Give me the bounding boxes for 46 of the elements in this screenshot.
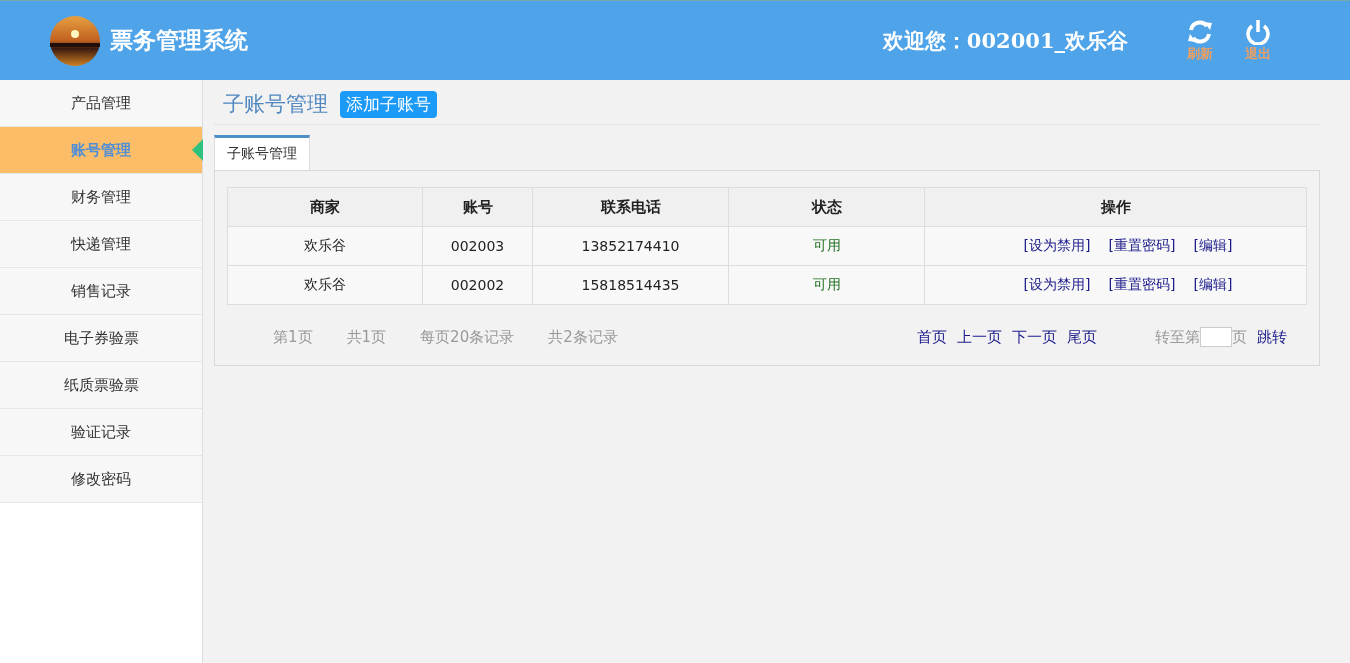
page-title: 子账号管理 [223,91,328,118]
sunset-logo-icon [50,15,100,66]
table-cell: 002002 [422,265,533,305]
table-cell: 13852174410 [532,226,729,266]
welcome-text: 欢迎您：002001_欢乐谷 [882,26,1128,55]
jump-link[interactable]: 跳转 [1257,327,1287,347]
sidebar-item[interactable]: 销售记录 [0,268,202,315]
row-action-link[interactable]: [编辑] [1193,276,1233,294]
sidebar-item[interactable]: 纸质票验票 [0,362,202,409]
table-cell: 15818514435 [532,265,729,305]
refresh-icon [1186,18,1214,45]
page-number-field[interactable] [1200,327,1232,347]
page-link[interactable]: 尾页 [1067,327,1097,347]
row-action-link[interactable]: [设为禁用] [1023,276,1091,294]
column-header: 联系电话 [532,187,729,227]
sidebar-item[interactable]: 快递管理 [0,221,202,268]
tab[interactable]: 子账号管理 [214,135,310,170]
page-info: 共1页 [346,327,387,347]
row-action-link[interactable]: [重置密码] [1108,237,1176,255]
table-cell: 欢乐谷 [227,226,423,266]
app-title: 票务管理系统 [110,25,248,55]
page-info: 每页20条记录 [420,327,515,347]
sidebar-item[interactable]: 电子券验票 [0,315,202,362]
column-header: 操作 [924,187,1307,227]
column-header: 商家 [227,187,423,227]
row-action-link[interactable]: [编辑] [1193,237,1233,255]
page-info: 第1页 [273,327,313,347]
page-link[interactable]: 下一页 [1012,327,1057,347]
page-link[interactable]: 上一页 [957,327,1002,347]
page-link[interactable]: 首页 [917,327,947,347]
column-header: 状态 [728,187,925,227]
power-icon [1244,18,1272,45]
row-action-link[interactable]: [重置密码] [1108,276,1176,294]
table-cell: 欢乐谷 [227,265,423,305]
status-text: 可用 [728,265,925,305]
table-cell: 002003 [422,226,533,266]
status-text: 可用 [728,226,925,266]
sidebar-item[interactable]: 验证记录 [0,409,202,456]
column-header: 账号 [422,187,533,227]
row-action-link[interactable]: [设为禁用] [1023,237,1091,255]
goto-label: 转至第 [1155,327,1200,347]
sidebar-item[interactable]: 财务管理 [0,174,202,221]
sidebar-item[interactable]: 修改密码 [0,456,202,503]
sidebar-item[interactable]: 产品管理 [0,80,202,127]
page-info: 共2条记录 [548,327,618,347]
goto-label: 页 [1232,327,1247,347]
